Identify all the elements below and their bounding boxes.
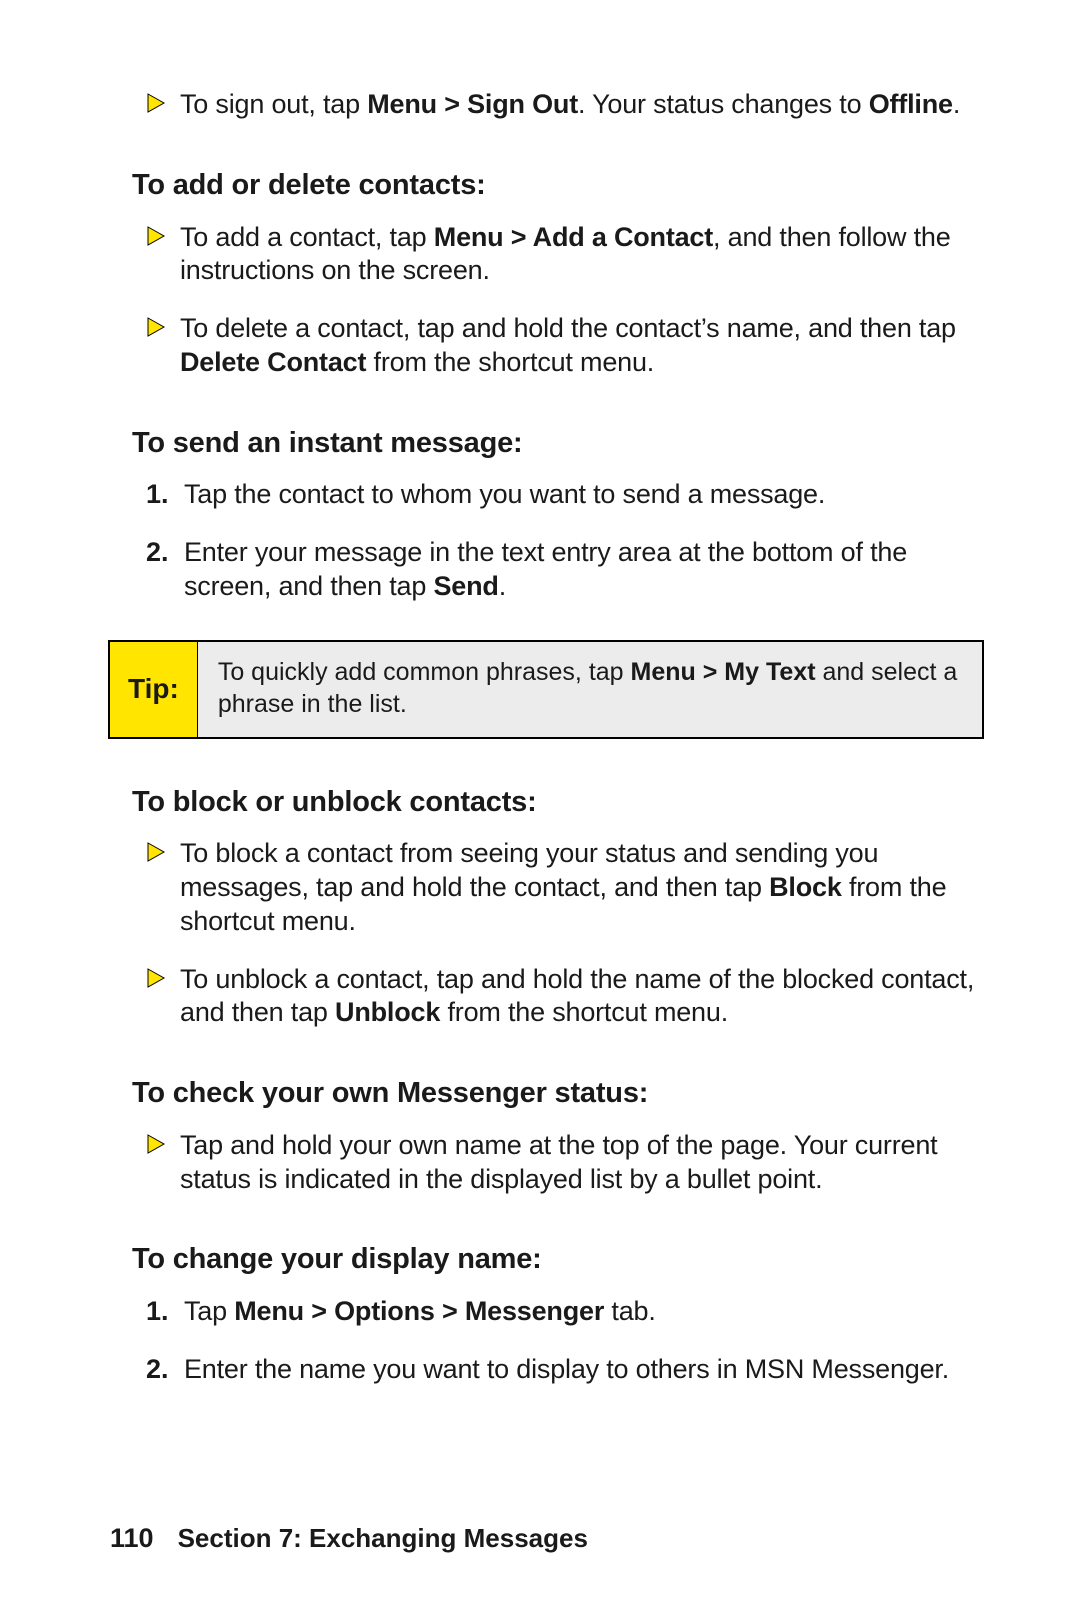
triangle-right-icon bbox=[146, 221, 180, 250]
step-text: Tap Menu > Options > Messenger tab. bbox=[184, 1295, 656, 1329]
footer-section-title: Section 7: Exchanging Messages bbox=[178, 1523, 588, 1554]
text: Tap the contact to whom you want to send… bbox=[184, 479, 825, 509]
bold-text: Menu > Sign Out bbox=[367, 89, 578, 119]
text: . bbox=[953, 89, 960, 119]
signout-bullet: To sign out, tap Menu > Sign Out. Your s… bbox=[132, 88, 984, 122]
bold-text: Send bbox=[433, 571, 498, 601]
step-number: 1. bbox=[146, 478, 184, 512]
page-number: 110 bbox=[110, 1523, 154, 1554]
page: To sign out, tap Menu > Sign Out. Your s… bbox=[0, 0, 1080, 1614]
content-area: To sign out, tap Menu > Sign Out. Your s… bbox=[132, 78, 984, 1411]
list-item-text: To unblock a contact, tap and hold the n… bbox=[180, 963, 984, 1031]
bold-text: Menu > Add a Contact bbox=[434, 222, 713, 252]
bold-text: Offline bbox=[869, 89, 953, 119]
bold-text: Menu > Options > Messenger bbox=[234, 1296, 604, 1326]
tip-box: Tip: To quickly add common phrases, tap … bbox=[108, 640, 984, 739]
text: Tap and hold your own name at the top of… bbox=[180, 1130, 937, 1194]
step-text: Tap the contact to whom you want to send… bbox=[184, 478, 825, 512]
heading-display-name: To change your display name: bbox=[132, 1242, 984, 1277]
text: To add a contact, tap bbox=[180, 222, 434, 252]
bold-text: Block bbox=[769, 872, 842, 902]
bold-text: Menu > My Text bbox=[631, 658, 816, 686]
text: . bbox=[499, 571, 506, 601]
text: To delete a contact, tap and hold the co… bbox=[180, 313, 956, 343]
heading-check-status: To check your own Messenger status: bbox=[132, 1076, 984, 1111]
text: Enter your message in the text entry are… bbox=[184, 537, 907, 601]
send-step-1: 1. Tap the contact to whom you want to s… bbox=[132, 478, 984, 512]
heading-send-im: To send an instant message: bbox=[132, 426, 984, 461]
step-text: Enter the name you want to display to ot… bbox=[184, 1353, 949, 1387]
add-contact-bullet: To add a contact, tap Menu > Add a Conta… bbox=[132, 221, 984, 289]
text: . Your status changes to bbox=[578, 89, 869, 119]
tip-label: Tip: bbox=[110, 642, 198, 737]
step-number: 2. bbox=[146, 536, 184, 570]
list-item-text: To delete a contact, tap and hold the co… bbox=[180, 312, 984, 380]
text: from the shortcut menu. bbox=[366, 347, 654, 377]
block-bullet: To block a contact from seeing your stat… bbox=[132, 837, 984, 938]
triangle-right-icon bbox=[146, 312, 180, 341]
list-item-text: Tap and hold your own name at the top of… bbox=[180, 1129, 984, 1197]
triangle-right-icon bbox=[146, 963, 180, 992]
display-step-1: 1. Tap Menu > Options > Messenger tab. bbox=[132, 1295, 984, 1329]
send-step-2: 2. Enter your message in the text entry … bbox=[132, 536, 984, 604]
text: Enter the name you want to display to ot… bbox=[184, 1354, 949, 1384]
heading-block: To block or unblock contacts: bbox=[132, 785, 984, 820]
delete-contact-bullet: To delete a contact, tap and hold the co… bbox=[132, 312, 984, 380]
triangle-right-icon bbox=[146, 1129, 180, 1158]
triangle-right-icon bbox=[146, 88, 180, 117]
signout-text: To sign out, tap Menu > Sign Out. Your s… bbox=[180, 88, 960, 122]
unblock-bullet: To unblock a contact, tap and hold the n… bbox=[132, 963, 984, 1031]
step-text: Enter your message in the text entry are… bbox=[184, 536, 984, 604]
triangle-right-icon bbox=[146, 837, 180, 866]
check-status-bullet: Tap and hold your own name at the top of… bbox=[132, 1129, 984, 1197]
bold-text: Delete Contact bbox=[180, 347, 366, 377]
bold-text: Unblock bbox=[335, 997, 440, 1027]
text: Tap bbox=[184, 1296, 234, 1326]
display-step-2: 2. Enter the name you want to display to… bbox=[132, 1353, 984, 1387]
footer: 110 Section 7: Exchanging Messages bbox=[110, 1523, 588, 1554]
text: To quickly add common phrases, tap bbox=[218, 658, 631, 686]
list-item-text: To block a contact from seeing your stat… bbox=[180, 837, 984, 938]
heading-add-delete: To add or delete contacts: bbox=[132, 168, 984, 203]
list-item-text: To add a contact, tap Menu > Add a Conta… bbox=[180, 221, 984, 289]
step-number: 2. bbox=[146, 1353, 184, 1387]
text: from the shortcut menu. bbox=[440, 997, 728, 1027]
tip-body: To quickly add common phrases, tap Menu … bbox=[198, 642, 982, 737]
text: To sign out, tap bbox=[180, 89, 367, 119]
step-number: 1. bbox=[146, 1295, 184, 1329]
text: tab. bbox=[604, 1296, 656, 1326]
